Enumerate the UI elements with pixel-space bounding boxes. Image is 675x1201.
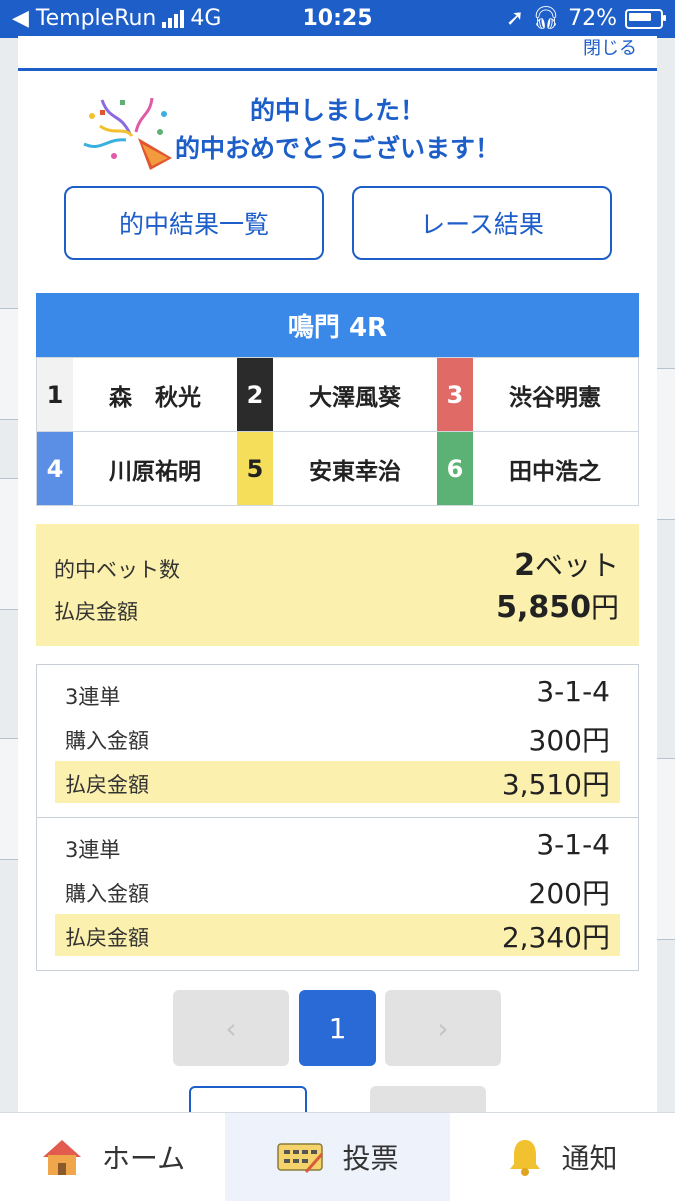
congrats-line-2: 的中おめでとうございます！	[174, 134, 500, 163]
purchase-label: 購入金額	[65, 729, 149, 753]
bet-type: 3連単	[65, 685, 121, 709]
purchase-amount: 200円	[528, 877, 610, 910]
hit-summary: 的中ベット数 2ベット 払戻金額 5,850円	[36, 524, 639, 646]
racer-entry: 2 大澤風葵	[237, 358, 437, 431]
racer-grid: 1 森 秋光 2 大澤風葵 3 渋谷明憲 4 川原祐明 5 安東幸治 6 田中浩…	[36, 357, 639, 506]
racer-entry: 5 安東幸治	[237, 432, 437, 505]
nav-vote-label: 投票	[342, 1142, 399, 1175]
racer-entry: 1 森 秋光	[37, 358, 237, 431]
race-title: 鳴門 4R	[36, 293, 639, 357]
racer-name: 安東幸治	[309, 458, 401, 485]
payout-label: 払戻金額	[65, 773, 149, 797]
bet-combination: 3-1-4	[536, 828, 610, 861]
modal-header: 閉じる	[18, 36, 657, 71]
racer-entry: 6 田中浩之	[437, 432, 637, 505]
pager-next-button[interactable]: ›	[385, 990, 501, 1066]
race-results-button[interactable]: レース結果	[352, 186, 612, 260]
total-payout-label: 払戻金額	[54, 600, 138, 624]
hit-count-number: 2	[514, 548, 535, 583]
payout-amount: 3,510円	[501, 768, 610, 801]
total-payout-value: 5,850円	[496, 586, 619, 626]
payout-label: 払戻金額	[65, 926, 149, 950]
racer-name: 田中浩之	[509, 458, 601, 485]
ticket-icon	[277, 1143, 324, 1173]
total-payout-unit: 円	[590, 591, 619, 624]
lane-number: 4	[37, 432, 73, 505]
racer-row: 4 川原祐明 5 安東幸治 6 田中浩之	[37, 432, 638, 505]
hit-count-value: 2ベット	[514, 544, 619, 584]
battery-icon	[625, 8, 666, 29]
nav-vote[interactable]: 投票	[225, 1113, 450, 1201]
racer-name: 森 秋光	[109, 384, 201, 411]
lane-number: 1	[37, 358, 73, 431]
location-icon: ➚	[505, 6, 525, 31]
nav-notify[interactable]: 通知	[450, 1113, 675, 1201]
lane-number: 5	[237, 432, 273, 505]
bet-item: 3連単 3-1-4 購入金額 200円 払戻金額 2,340円	[37, 818, 638, 970]
payout-line: 払戻金額 3,510円	[55, 761, 620, 803]
bet-type-line: 3連単 3-1-4	[55, 673, 620, 715]
congrats-line-1: 的中しました！	[249, 96, 425, 125]
purchase-line: 購入金額 300円	[55, 717, 620, 759]
pager-current-page[interactable]: 1	[299, 990, 376, 1066]
racer-name: 渋谷明憲	[509, 384, 601, 411]
bottom-nav: ホーム 投票 通知	[0, 1112, 675, 1201]
lane-number: 2	[237, 358, 273, 431]
payout-amount: 2,340円	[501, 921, 610, 954]
nav-notify-label: 通知	[561, 1142, 618, 1175]
hit-count-unit: ベット	[534, 549, 619, 582]
hit-result-modal: 閉じる 的中しました！ 的中おめでとうございます！ 的中結果一覧 レース結果 鳴…	[18, 36, 657, 1116]
purchase-amount: 300円	[528, 724, 610, 757]
racer-entry: 3 渋谷明憲	[437, 358, 637, 431]
headphones-icon: 🎧︎	[532, 6, 561, 31]
pager-prev-button[interactable]: ‹	[173, 990, 289, 1066]
racer-name: 大澤風葵	[309, 384, 401, 411]
purchase-label: 購入金額	[65, 882, 149, 906]
status-bar: ◀ TempleRun 4G 10:25 ➚ 🎧︎ 72%	[0, 0, 675, 38]
congrats-message: 的中しました！ 的中おめでとうございます！	[18, 92, 657, 168]
bet-combination: 3-1-4	[536, 675, 610, 708]
close-link[interactable]: 閉じる	[583, 36, 637, 60]
bet-type-line: 3連単 3-1-4	[55, 826, 620, 868]
payout-line: 払戻金額 2,340円	[55, 914, 620, 956]
total-payout-number: 5,850	[496, 590, 591, 625]
racer-entry: 4 川原祐明	[37, 432, 237, 505]
home-icon	[42, 1140, 81, 1175]
battery-percent: 72%	[568, 6, 617, 31]
racer-name: 川原祐明	[109, 458, 201, 485]
nav-home-label: ホーム	[101, 1142, 186, 1175]
racer-row: 1 森 秋光 2 大澤風葵 3 渋谷明憲	[37, 358, 638, 432]
purchase-line: 購入金額 200円	[55, 870, 620, 912]
hit-count-label: 的中ベット数	[54, 558, 180, 582]
bet-item: 3連単 3-1-4 購入金額 300円 払戻金額 3,510円	[37, 665, 638, 818]
nav-home[interactable]: ホーム	[0, 1113, 225, 1201]
bell-icon	[510, 1140, 541, 1176]
bet-list: 3連単 3-1-4 購入金額 300円 払戻金額 3,510円 3連単 3-1-…	[36, 664, 639, 971]
bet-type: 3連単	[65, 838, 121, 862]
hit-results-list-button[interactable]: 的中結果一覧	[64, 186, 324, 260]
lane-number: 3	[437, 358, 473, 431]
lane-number: 6	[437, 432, 473, 505]
